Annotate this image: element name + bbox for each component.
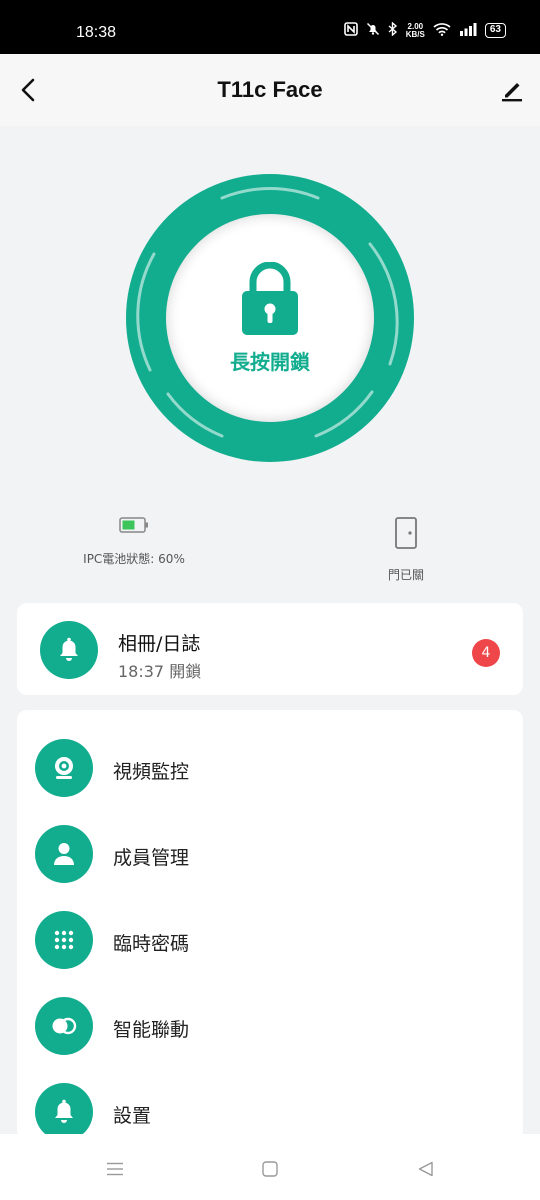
home-button[interactable]	[255, 1154, 285, 1184]
menu-item-video-monitoring[interactable]: 視頻監控	[17, 710, 523, 797]
battery-icon	[119, 517, 148, 533]
bell-icon	[60, 637, 78, 661]
menu-card: 視頻監控 成員管理 臨時密碼 智能聯動 設置	[17, 710, 523, 1140]
network-speed: 2.00 KB/S	[405, 22, 425, 39]
triangle-back-icon	[418, 1161, 433, 1177]
menu-item-temporary-password[interactable]: 臨時密碼	[17, 882, 523, 969]
toggle-icon	[52, 1017, 77, 1035]
pencil-icon	[502, 83, 522, 102]
menu-label: 視頻監控	[113, 761, 190, 783]
menu-label: 臨時密碼	[113, 933, 190, 955]
speed-unit: KB/S	[405, 29, 425, 39]
member-icon-circle	[35, 825, 93, 883]
camera-icon	[55, 757, 73, 779]
video-icon-circle	[35, 739, 93, 797]
menu-item-member-management[interactable]: 成員管理	[17, 796, 523, 883]
person-icon	[54, 843, 74, 865]
notification-badge: 4	[472, 639, 500, 667]
nfc-icon	[343, 22, 358, 39]
menu-item-smart-linkage[interactable]: 智能聯動	[17, 968, 523, 1055]
status-bar: 18:38 2.00 KB/S 63	[0, 0, 540, 54]
page-title: T11c Face	[217, 77, 323, 102]
menu-icon	[107, 1162, 123, 1176]
unlock-ring: 長按開鎖	[126, 174, 414, 462]
padlock-icon	[242, 262, 298, 335]
album-icon-circle	[40, 621, 98, 679]
menu-item-settings[interactable]: 設置	[17, 1054, 523, 1140]
edit-button[interactable]	[498, 74, 526, 106]
battery-fill	[122, 520, 135, 530]
back-nav-button[interactable]	[411, 1154, 441, 1184]
unlock-button[interactable]: 長按開鎖	[166, 214, 374, 422]
settings-icon-circle	[35, 1083, 93, 1140]
square-icon	[262, 1161, 278, 1177]
album-log-card[interactable]: 相冊/日誌 18:37 開鎖 4	[17, 603, 523, 695]
door-status: 門已關	[306, 516, 506, 583]
nav-bar: T11c Face	[0, 54, 540, 126]
ipc-battery-label: IPC電池狀態: 60%	[83, 552, 185, 566]
menu-label: 設置	[113, 1105, 152, 1127]
battery-indicator: 63	[484, 23, 506, 38]
recents-button[interactable]	[100, 1154, 130, 1184]
menu-label: 智能聯動	[113, 1019, 190, 1041]
mute-icon	[366, 22, 380, 39]
album-title: 相冊/日誌	[118, 633, 201, 655]
unlock-label: 長按開鎖	[230, 350, 310, 374]
system-nav-bar	[0, 1134, 540, 1200]
album-subtitle: 18:37 開鎖	[118, 662, 202, 681]
wifi-icon	[433, 22, 451, 39]
ipc-battery-status: IPC電池狀態: 60%	[34, 516, 234, 567]
keypad-icon	[54, 930, 74, 950]
door-label: 門已關	[387, 568, 424, 582]
status-time: 18:38	[76, 24, 117, 41]
bluetooth-icon	[388, 21, 398, 39]
menu-label: 成員管理	[113, 847, 190, 869]
bell-icon	[55, 1099, 73, 1123]
status-icons: 2.00 KB/S 63	[343, 21, 506, 39]
keypad-icon-circle	[35, 911, 93, 969]
signal-icon	[459, 22, 477, 39]
linkage-icon-circle	[35, 997, 93, 1055]
door-icon	[395, 517, 417, 549]
